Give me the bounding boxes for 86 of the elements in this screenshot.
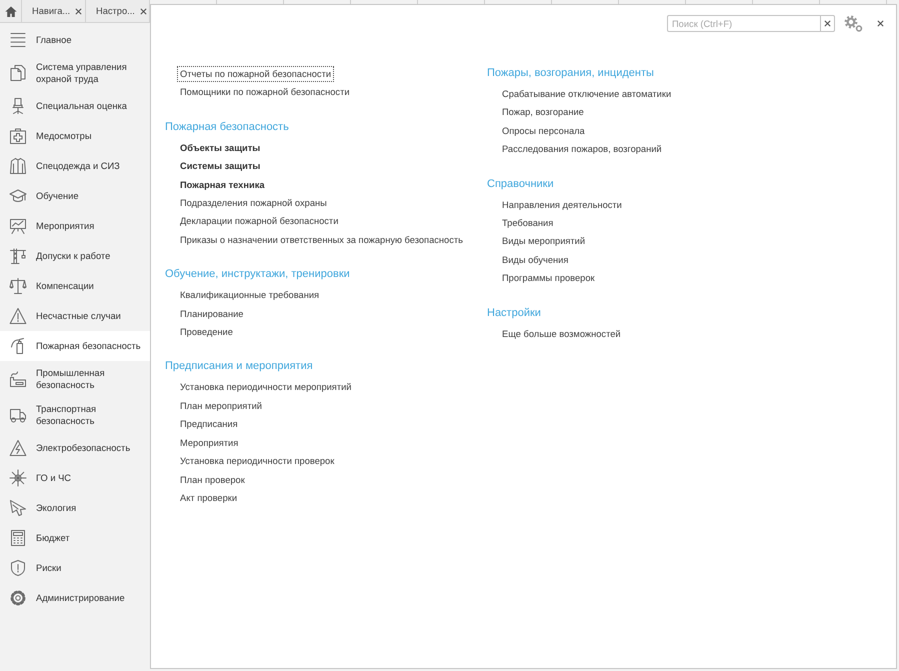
command-link[interactable]: Срабатывание отключение автоматики (500, 87, 674, 102)
section-item[interactable]: Бюджет (0, 523, 150, 553)
group-heading: Настройки (487, 306, 541, 321)
command-link[interactable]: Виды обучения (500, 252, 570, 268)
shield-icon (9, 559, 27, 577)
close-button[interactable] (74, 6, 84, 16)
warning-icon (9, 307, 27, 325)
section-item[interactable]: Обучение (0, 181, 150, 211)
jacket-icon (9, 157, 27, 175)
command-link[interactable]: Направления деятельности (500, 198, 624, 212)
close-button[interactable] (877, 20, 884, 27)
home-tab[interactable] (0, 0, 22, 22)
section-item[interactable]: Компенсации (0, 271, 150, 301)
command-link[interactable]: Программы проверок (500, 271, 597, 286)
group-heading: Пожары, возгорания, инциденты (487, 66, 654, 81)
group-heading: Предписания и мероприятия (165, 359, 313, 374)
cursor-icon (9, 499, 27, 517)
command-link[interactable]: Установка периодичности мероприятий (178, 380, 354, 395)
section-item[interactable]: Допуски к работе (0, 241, 150, 271)
command-link[interactable]: Акт проверки (178, 490, 240, 506)
settings-button[interactable] (844, 15, 863, 32)
command-link[interactable]: Приказы о назначении ответственных за пожарную безопасность (178, 232, 465, 248)
presentation-board-icon (9, 217, 27, 235)
graduation-cap-icon (9, 187, 27, 205)
factory-icon (9, 370, 27, 388)
section-item[interactable]: Несчастные случаи (0, 301, 150, 331)
command-link[interactable]: План проверок (178, 472, 247, 487)
command-link[interactable]: Установка периодичности проверок (178, 454, 336, 468)
home-icon (4, 6, 16, 16)
command-link[interactable]: Пожарная техника (178, 178, 267, 192)
close-icon (75, 8, 82, 14)
command-link[interactable]: План мероприятий (178, 398, 264, 414)
fire-extinguisher-icon (9, 337, 27, 355)
command-link[interactable]: Мероприятия (178, 436, 240, 450)
section-item[interactable]: Риски (0, 553, 150, 583)
section-item[interactable]: Система управления охраной труда (0, 55, 150, 91)
command-link[interactable]: Объекты защиты (178, 140, 262, 156)
section-item[interactable]: Специальная оценка (0, 91, 150, 121)
command-link[interactable]: Планирование (178, 306, 246, 322)
command-link[interactable]: Помощники по пожарной безопасности (178, 85, 352, 100)
menu-icon (9, 31, 27, 49)
command-link[interactable]: Предписания (178, 417, 240, 432)
section-item[interactable]: Спецодежда и СИЗ (0, 151, 150, 181)
medical-kit-icon (9, 127, 27, 145)
section-item[interactable]: ГО и ЧС (0, 463, 150, 493)
close-button[interactable] (138, 6, 148, 16)
command-link[interactable]: Квалификационные требования (178, 288, 322, 303)
section-item[interactable]: Промышленная безопасность (0, 361, 150, 397)
tab[interactable]: Настро... (86, 0, 150, 22)
section-item[interactable]: Медосмотры (0, 121, 150, 151)
calculator-icon (9, 529, 27, 547)
section-item[interactable]: Транспортная безопасность (0, 397, 150, 433)
settings-icon (844, 15, 863, 32)
tab[interactable]: Навига... (22, 0, 86, 22)
section-item[interactable]: Администрирование (0, 583, 150, 613)
scales-icon (9, 277, 27, 295)
group-heading: Пожарная безопасность (165, 120, 289, 135)
documents-icon (9, 64, 27, 82)
section-item[interactable]: Экология (0, 493, 150, 523)
high-voltage-icon (9, 439, 27, 457)
command-link[interactable]: Требования (500, 216, 556, 230)
command-link[interactable]: Декларации пожарной безопасности (178, 214, 340, 229)
command-link[interactable]: Пожар, возгорание (500, 105, 586, 120)
command-link[interactable]: Системы защиты (178, 159, 262, 174)
clear-button[interactable] (821, 15, 835, 32)
close-icon (824, 20, 831, 27)
group-heading: Обучение, инструктажи, тренировки (165, 267, 350, 282)
section-item[interactable]: Электробезопасность (0, 433, 150, 463)
close-icon (140, 8, 147, 14)
truck-icon (9, 406, 27, 424)
command-link[interactable]: Проведение (178, 325, 235, 340)
group-heading: Справочники (487, 176, 554, 192)
section-item[interactable]: Пожарная безопасность (0, 331, 150, 361)
search-field[interactable]: Поиск (Ctrl+F) (667, 15, 821, 32)
gear-icon (9, 589, 27, 607)
starburst-icon (9, 469, 27, 487)
close-icon (877, 20, 884, 27)
crane-icon (9, 247, 27, 265)
section-item[interactable]: Мероприятия (0, 211, 150, 241)
command-link[interactable]: Подразделения пожарной охраны (178, 196, 329, 210)
command-link[interactable]: Расследования пожаров, возгораний (500, 142, 664, 157)
command-link[interactable]: Виды мероприятий (500, 234, 588, 249)
command-link[interactable]: Опросы персонала (500, 124, 587, 138)
command-link[interactable]: Отчеты по пожарной безопасности (178, 67, 334, 82)
section-item[interactable]: Главное (0, 25, 150, 55)
command-link[interactable]: Еще больше возможностей (500, 326, 623, 342)
